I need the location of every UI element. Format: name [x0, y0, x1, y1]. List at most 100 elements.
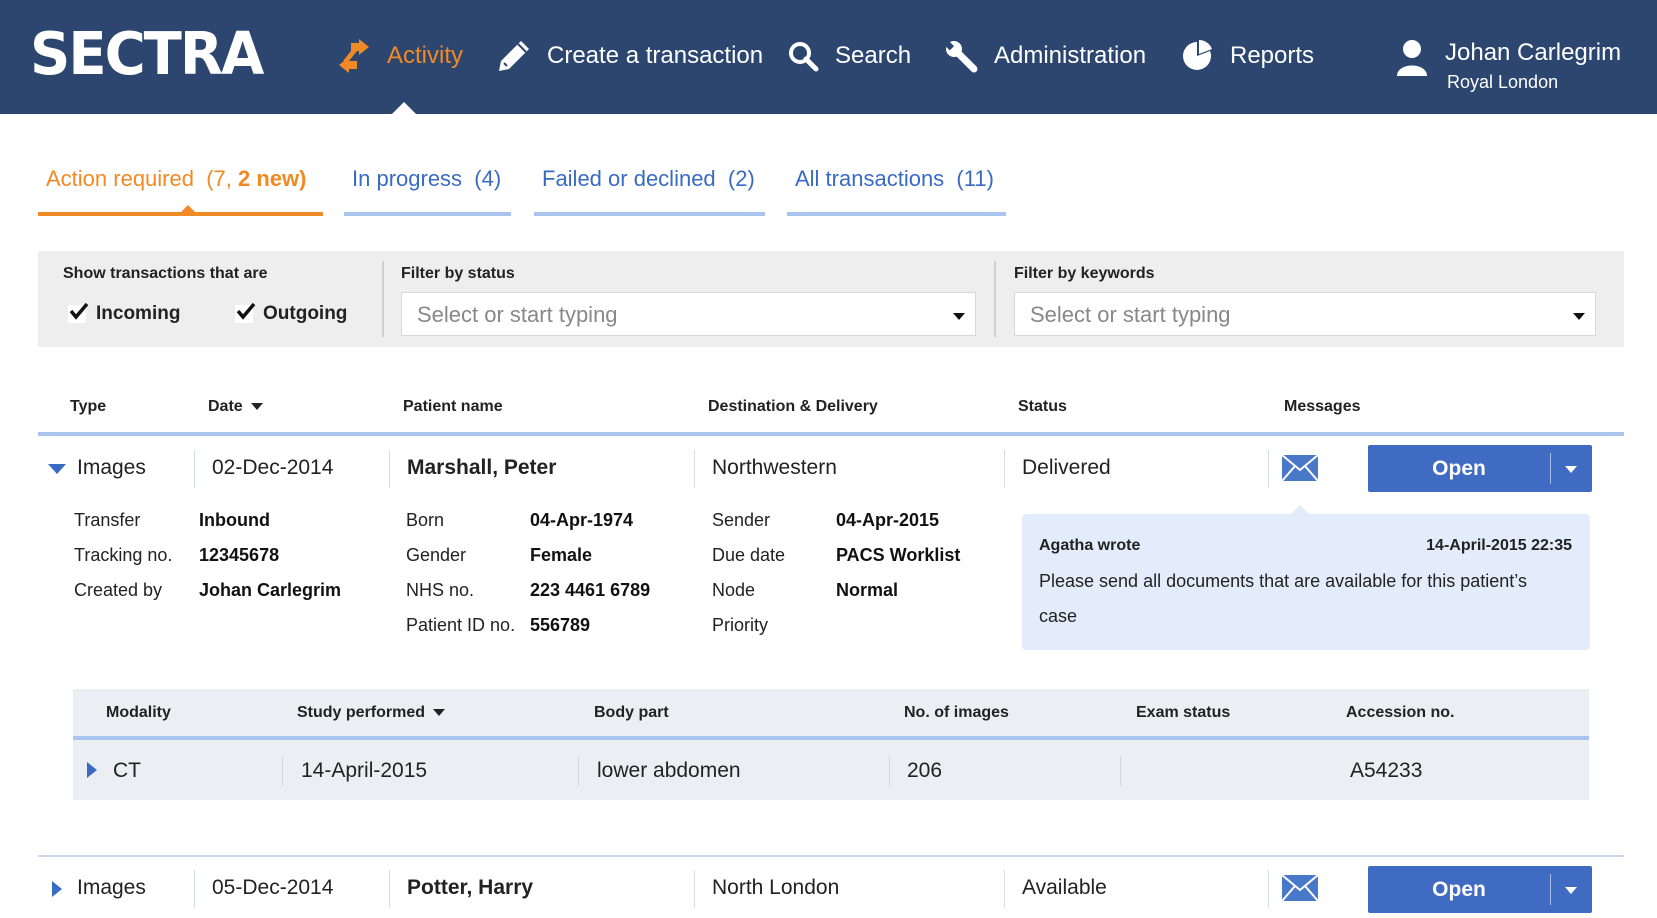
bubble-tip — [1291, 505, 1309, 514]
message-text: Please send all documents that are avail… — [1039, 571, 1527, 626]
detail-label: Priority — [712, 615, 769, 635]
sort-desc-icon — [433, 709, 446, 717]
incoming-checkbox[interactable]: Incoming — [68, 302, 180, 325]
chevron-down-icon[interactable] — [1565, 466, 1577, 473]
tab-in-progress-count: (4) — [474, 166, 502, 191]
detail-value: 04-Apr-2015 — [836, 510, 940, 530]
chevron-down-icon — [953, 313, 965, 320]
column-date[interactable]: Date — [208, 398, 263, 416]
tab-underline — [534, 212, 765, 216]
search-icon — [789, 42, 819, 72]
detail-value: 12345678 — [199, 545, 280, 565]
filter-divider — [994, 261, 996, 337]
column-status[interactable]: Status — [1018, 398, 1067, 416]
envelope-icon[interactable] — [1281, 874, 1319, 902]
open-button-label: Open — [1432, 878, 1486, 901]
cell-divider — [578, 756, 579, 786]
top-navigation-bar: SECTRA Activity Create a transaction Sea… — [0, 0, 1657, 114]
column-body-part[interactable]: Body part — [594, 704, 669, 722]
nav-activity[interactable]: Activity — [337, 34, 463, 78]
study-accession-no: A54233 — [1350, 759, 1423, 782]
cell-divider — [282, 756, 283, 786]
expand-row-toggle[interactable] — [52, 881, 62, 897]
detail-value: Johan Carlegrim — [199, 580, 342, 600]
detail-value: 04-Apr-1974 — [530, 510, 634, 530]
status-filter-select[interactable]: Select or start typing — [401, 292, 976, 336]
filter-status-label: Filter by status — [401, 265, 515, 282]
nav-create-transaction[interactable]: Create a transaction — [497, 34, 763, 78]
arrows-swap-icon — [339, 39, 369, 73]
tab-all-label: All transactions — [795, 166, 945, 191]
tab-in-progress-label: In progress — [352, 166, 463, 191]
detail-value: Inbound — [199, 510, 270, 530]
sectra-logo[interactable]: SECTRA — [30, 20, 264, 88]
open-button-label: Open — [1432, 457, 1486, 480]
column-study-performed[interactable]: Study performed — [297, 704, 446, 722]
detail-label: Due date — [712, 545, 786, 565]
sort-desc-icon — [250, 403, 263, 411]
tab-failed-or-declined[interactable]: Failed or declined (2) — [534, 160, 765, 216]
column-no-of-images[interactable]: No. of images — [904, 704, 1009, 722]
tab-underline — [38, 212, 323, 216]
status-filter-placeholder: Select or start typing — [417, 302, 618, 327]
button-divider — [1550, 453, 1551, 484]
row-divider — [38, 855, 1624, 857]
expand-study-toggle[interactable] — [87, 762, 97, 778]
row-patient-name: Potter, Harry — [407, 876, 534, 899]
detail-label: Node — [712, 580, 756, 600]
keywords-filter-select[interactable]: Select or start typing — [1014, 292, 1596, 336]
row-destination: Northwestern — [712, 456, 837, 479]
row-date: 05-Dec-2014 — [212, 876, 334, 899]
cell-divider — [1268, 870, 1269, 908]
user-icon — [1397, 40, 1427, 76]
outgoing-checkbox[interactable]: Outgoing — [235, 302, 347, 325]
column-type[interactable]: Type — [70, 398, 106, 416]
open-button[interactable]: Open — [1368, 445, 1592, 492]
tab-failed-label: Failed or declined — [542, 166, 716, 191]
detail-label: Born — [406, 510, 445, 530]
message-timestamp: 14-April-2015 22:35 — [1426, 537, 1572, 554]
column-accession-no[interactable]: Accession no. — [1346, 704, 1454, 722]
checkbox-box — [68, 302, 89, 323]
show-transactions-label: Show transactions that are — [63, 265, 268, 282]
column-messages[interactable]: Messages — [1284, 398, 1361, 416]
nav-reports[interactable]: Reports — [1180, 34, 1314, 78]
column-destination[interactable]: Destination & Delivery — [708, 398, 878, 416]
tab-all-transactions[interactable]: All transactions (11) — [787, 160, 1006, 216]
checkmark-icon — [236, 302, 256, 320]
nav-search[interactable]: Search — [787, 34, 911, 78]
tab-in-progress[interactable]: In progress (4) — [344, 160, 511, 216]
detail-value: 223 4461 6789 — [530, 580, 651, 600]
cell-divider — [1004, 450, 1005, 488]
detail-value: Female — [530, 545, 593, 565]
pie-chart-icon — [1183, 40, 1212, 70]
cell-divider — [694, 870, 695, 908]
study-performed: 14-April-2015 — [301, 759, 428, 782]
cell-divider — [889, 756, 890, 786]
chevron-down-icon — [1573, 313, 1585, 320]
column-patient-name[interactable]: Patient name — [403, 398, 503, 416]
detail-label: Tracking no. — [74, 545, 173, 565]
cell-divider — [1120, 756, 1121, 786]
tab-action-required[interactable]: Action required (7, 2 new) — [38, 160, 323, 216]
collapse-row-toggle[interactable] — [48, 464, 66, 474]
chevron-down-icon[interactable] — [1565, 887, 1577, 894]
detail-value: PACS Worklist — [836, 545, 961, 565]
nav-reports-label: Reports — [1230, 42, 1315, 69]
table-header-rule — [38, 432, 1624, 436]
column-exam-status[interactable]: Exam status — [1136, 704, 1230, 722]
study-no-of-images: 206 — [907, 759, 943, 782]
tab-all-count: (11) — [956, 166, 994, 191]
checkmark-icon — [69, 302, 89, 320]
message-bubble: Agatha wrote 14-April-2015 22:35 Please … — [1022, 505, 1590, 650]
detail-label: Created by — [74, 580, 163, 600]
wrench-icon — [944, 40, 978, 73]
detail-label: Patient ID no. — [406, 615, 516, 635]
nav-administration[interactable]: Administration — [944, 34, 1146, 78]
cell-divider — [694, 450, 695, 488]
open-button[interactable]: Open — [1368, 866, 1592, 913]
filter-divider — [382, 261, 384, 337]
column-modality[interactable]: Modality — [106, 704, 171, 722]
envelope-icon[interactable] — [1281, 454, 1319, 482]
detail-label: Transfer — [74, 510, 141, 530]
